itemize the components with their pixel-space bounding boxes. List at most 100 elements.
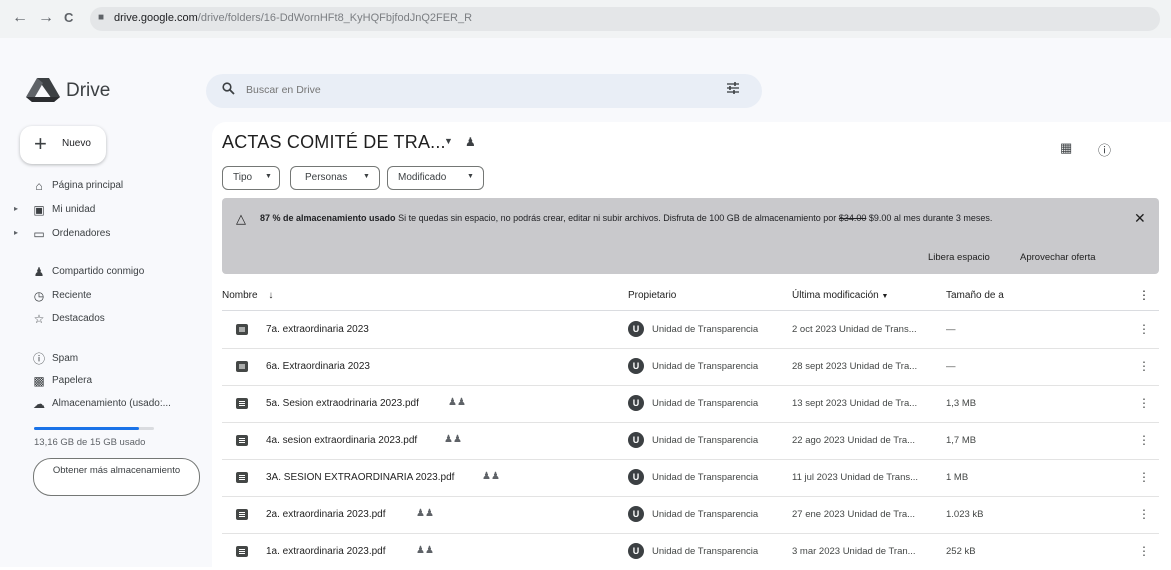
more-actions-icon[interactable]: ⋮ — [1138, 396, 1150, 410]
sidebar-item-shared[interactable]: ♟ Compartido conmigo — [14, 263, 194, 283]
file-name: 7a. extraordinaria 2023 — [266, 324, 369, 335]
sidebar-item-label: Mi unidad — [52, 204, 96, 215]
more-actions-icon[interactable]: ⋮ — [1138, 359, 1150, 373]
folder-title[interactable]: ACTAS COMITÉ DE TRA... — [222, 132, 446, 153]
table-row[interactable]: 3A. SESION EXTRAORDINARIA 2023.pdf ♟♟ U … — [222, 460, 1159, 497]
computer-icon: ▭ — [33, 227, 45, 241]
new-button[interactable]: + Nuevo — [20, 126, 106, 164]
sidebar-item-trash[interactable]: ▩ Papelera — [14, 372, 194, 392]
back-arrow-icon[interactable]: ← — [12, 8, 28, 28]
storage-usage-text: 13,16 GB de 15 GB usado — [34, 437, 146, 448]
lock-icon: ■ — [98, 12, 105, 23]
sidebar-item-starred[interactable]: ☆ Destacados — [14, 310, 194, 330]
sidebar-item-recent[interactable]: ◷ Reciente — [14, 287, 194, 307]
owner-name: Unidad de Transparencia — [652, 472, 759, 483]
column-header-size[interactable]: Tamaño de a — [946, 290, 1004, 301]
shared-people-icon: ♟♟ — [448, 397, 466, 408]
last-modified: 13 sept 2023 Unidad de Tra... — [792, 398, 918, 409]
filter-people-chip[interactable]: Personas ▼ — [290, 166, 380, 190]
url-path: /drive/folders/16-DdWornHFt8_KyHQFbjfodJ… — [197, 12, 473, 24]
more-actions-icon[interactable]: ⋮ — [1138, 433, 1150, 447]
pdf-icon — [236, 509, 248, 520]
column-header-modified[interactable]: Última modificación ▼ — [792, 290, 888, 301]
info-icon[interactable]: ⓘ — [1098, 140, 1111, 159]
grid-view-icon[interactable]: ▦ — [1060, 140, 1072, 156]
url-host: drive.google.com — [114, 12, 198, 24]
shared-folder-icon[interactable]: ♟ — [465, 135, 476, 149]
reload-icon[interactable]: C — [64, 8, 73, 28]
header-divider — [222, 310, 1159, 311]
new-button-label: Nuevo — [62, 138, 91, 149]
app-title: Drive — [66, 80, 111, 101]
free-space-button[interactable]: Libera espacio — [928, 252, 990, 263]
more-actions-icon[interactable]: ⋮ — [1138, 470, 1150, 484]
search-input[interactable] — [246, 84, 546, 96]
more-actions-icon[interactable]: ⋮ — [1138, 544, 1150, 558]
cloud-icon: ☁ — [33, 397, 45, 411]
expand-caret-icon[interactable]: ▸ — [14, 204, 18, 213]
table-row[interactable]: 2a. extraordinaria 2023.pdf ♟♟ U Unidad … — [222, 497, 1159, 534]
folder-menu-caret-icon[interactable]: ▼ — [444, 136, 453, 146]
pdf-icon — [236, 546, 248, 557]
column-header-name[interactable]: Nombre ↓ — [222, 290, 273, 301]
sort-arrow-down-icon[interactable]: ↓ — [268, 290, 273, 301]
filter-type-chip[interactable]: Tipo ▼ — [222, 166, 280, 190]
last-modified: 3 mar 2023 Unidad de Tran... — [792, 546, 916, 557]
avatar: U — [628, 395, 644, 411]
file-size: 1,7 MB — [946, 435, 977, 446]
table-row[interactable]: 6a. Extraordinaria 2023 U Unidad de Tran… — [222, 349, 1159, 386]
forward-arrow-icon[interactable]: → — [38, 8, 54, 28]
sidebar-item-storage[interactable]: ☁ Almacenamiento (usado:... — [14, 395, 194, 415]
get-more-storage-label: Obtener más almacenamiento — [52, 465, 181, 476]
table-row[interactable]: 5a. Sesion extraodrinaria 2023.pdf ♟♟ U … — [222, 386, 1159, 423]
more-actions-icon[interactable]: ⋮ — [1138, 507, 1150, 521]
search-icon[interactable] — [222, 82, 235, 98]
last-modified: 28 sept 2023 Unidad de Tra... — [792, 361, 918, 372]
close-icon[interactable]: ✕ — [1134, 210, 1146, 227]
table-row[interactable]: 7a. extraordinaria 2023 U Unidad de Tran… — [222, 312, 1159, 349]
chip-label: Tipo — [233, 172, 253, 183]
clock-icon: ◷ — [33, 289, 45, 303]
sidebar-item-label: Compartido conmigo — [52, 266, 145, 277]
last-modified: 22 ago 2023 Unidad de Tra... — [792, 435, 916, 446]
get-more-storage-button[interactable]: Obtener más almacenamiento — [33, 458, 200, 496]
avatar: U — [628, 469, 644, 485]
pdf-icon — [236, 435, 248, 446]
sidebar-item-label: Ordenadores — [52, 228, 111, 239]
warning-icon: △ — [236, 211, 246, 226]
owner-name: Unidad de Transparencia — [652, 435, 759, 446]
header-label: Última modificación — [792, 290, 879, 301]
last-modified: 27 ene 2023 Unidad de Tra... — [792, 509, 916, 520]
spam-icon: ⓘ — [32, 352, 45, 366]
sidebar-item-spam[interactable]: ⓘ Spam — [14, 350, 194, 370]
file-name: 1a. extraordinaria 2023.pdf — [266, 546, 386, 557]
search-options-icon[interactable] — [726, 81, 740, 98]
folder-icon — [236, 361, 248, 372]
search-bar[interactable] — [206, 74, 762, 108]
chip-label: Modificado — [398, 172, 447, 183]
address-bar[interactable]: ■ drive.google.com/drive/folders/16-DdWo… — [90, 7, 1160, 31]
more-options-icon[interactable]: ⋮ — [1138, 288, 1150, 302]
table-row[interactable]: 4a. sesion extraordinaria 2023.pdf ♟♟ U … — [222, 423, 1159, 460]
expand-caret-icon[interactable]: ▸ — [14, 228, 18, 237]
sidebar-item-home[interactable]: ⌂ Página principal — [14, 177, 194, 197]
more-actions-icon[interactable]: ⋮ — [1138, 322, 1150, 336]
claim-offer-button[interactable]: Aprovechar oferta — [1020, 252, 1096, 263]
file-size: 1.023 kB — [946, 509, 984, 520]
filter-modified-chip[interactable]: Modificado ▼ — [387, 166, 484, 190]
table-row[interactable]: 1a. extraordinaria 2023.pdf ♟♟ U Unidad … — [222, 534, 1159, 570]
file-size: 1,3 MB — [946, 398, 977, 409]
chevron-down-icon: ▼ — [265, 173, 272, 180]
star-icon: ☆ — [33, 312, 45, 326]
file-name: 4a. sesion extraordinaria 2023.pdf — [266, 435, 418, 446]
sidebar-item-my-drive[interactable]: ▸ ▣ Mi unidad — [14, 201, 194, 221]
banner-bold: 87 % de almacenamiento usado — [260, 213, 396, 223]
shared-people-icon: ♟♟ — [444, 434, 462, 445]
my-drive-icon: ▣ — [33, 203, 45, 217]
drive-logo-icon[interactable] — [26, 78, 60, 102]
avatar: U — [628, 506, 644, 522]
shared-people-icon: ♟♟ — [482, 471, 500, 482]
sidebar-item-computers[interactable]: ▸ ▭ Ordenadores — [14, 225, 194, 245]
column-header-owner[interactable]: Propietario — [628, 290, 676, 301]
banner-text-1: Si te quedas sin espacio, no podrás crea… — [395, 213, 839, 223]
